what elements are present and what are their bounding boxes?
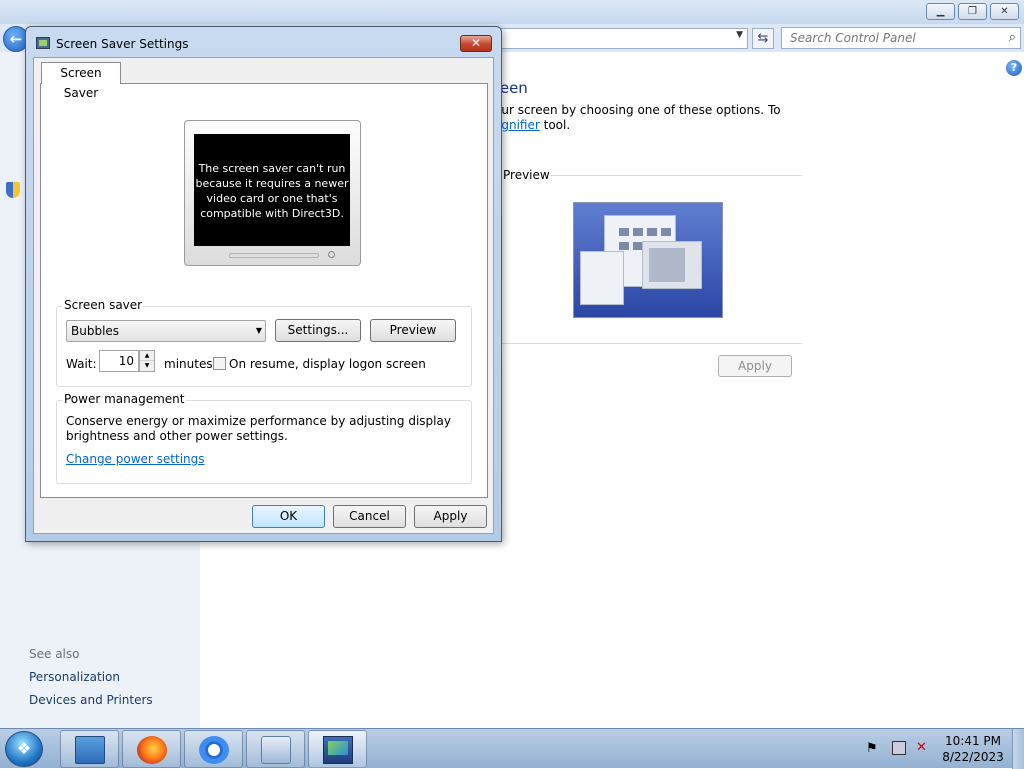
ok-button[interactable]: OK (252, 505, 325, 528)
selected-screen-saver: Bubbles (71, 324, 120, 338)
preview-tile (647, 228, 657, 236)
show-desktop-button[interactable] (1012, 729, 1024, 769)
taskbar: ❖ ⚑ ✕ 10:41 PM 8/22/2023 (0, 728, 1024, 769)
power-description-line2: brightness and other power settings. (66, 429, 288, 443)
chevron-down-icon: ▼ (255, 326, 262, 335)
help-icon[interactable]: ? (1006, 60, 1022, 76)
dialog-title: Screen Saver Settings (56, 37, 189, 51)
power-led-icon (328, 251, 335, 258)
action-center-flag-icon[interactable]: ⚑ (866, 741, 878, 756)
chevron-down-icon[interactable]: ▼ (736, 30, 743, 40)
wait-spinner[interactable]: ▲ ▼ (139, 350, 155, 372)
preview-button[interactable]: Preview (370, 319, 456, 342)
taskbar-chrome-button[interactable] (184, 730, 243, 768)
change-power-settings-link[interactable]: Change power settings (66, 452, 205, 466)
start-button[interactable]: ❖ (5, 731, 43, 767)
preview-tile (633, 228, 643, 236)
control-panel-icon (261, 736, 291, 764)
dialog-body: Screen Saver The screen saver can't run … (33, 57, 494, 534)
see-also-heading: See also (29, 647, 80, 661)
divider (500, 343, 802, 344)
page-description-line2: agnifier tool. (494, 118, 570, 132)
refresh-button[interactable]: ⇆ (752, 28, 774, 49)
wait-label: Wait: (66, 357, 97, 371)
close-window-button[interactable]: ✕ (990, 3, 1019, 20)
address-bar[interactable]: ▼ (498, 28, 748, 49)
power-management-group-label: Power management (62, 392, 187, 406)
divider (550, 175, 802, 176)
tab-panel: The screen saver can't run because it re… (40, 83, 488, 498)
logon-screen-label[interactable]: On resume, display logon screen (229, 357, 426, 371)
preview-tile (661, 228, 671, 236)
taskbar-screen-saver-button[interactable] (308, 730, 367, 768)
preview-section-label: Preview (503, 168, 550, 182)
logon-screen-checkbox[interactable] (213, 357, 226, 370)
page-description: our screen by choosing one of these opti… (494, 103, 781, 117)
power-description: Conserve energy or maximize performance … (66, 414, 451, 428)
apply-button[interactable]: Apply (414, 505, 487, 528)
windows-logo-icon: ❖ (16, 739, 32, 758)
taskbar-control-panel-button[interactable] (246, 730, 305, 768)
monitor-preview: The screen saver can't run because it re… (184, 120, 361, 266)
spin-down-icon[interactable]: ▼ (140, 361, 154, 371)
screen-saver-group-label: Screen saver (62, 298, 145, 312)
taskbar-firefox-button[interactable] (122, 730, 181, 768)
wait-minutes-input[interactable]: 10 (99, 350, 139, 372)
theme-preview-image (573, 202, 723, 318)
display-icon (36, 37, 50, 49)
search-input[interactable]: Search Control Panel ⌕ (781, 27, 1021, 49)
shield-icon (6, 182, 20, 198)
personalization-link[interactable]: Personalization (29, 670, 120, 684)
control-panel-titlebar: ▁ ❐ ✕ (0, 0, 1024, 24)
apply-button-disabled[interactable]: Apply (718, 355, 792, 377)
minutes-label: minutes (164, 357, 213, 371)
search-placeholder: Search Control Panel (790, 31, 916, 45)
chrome-icon (199, 736, 229, 764)
preview-tile (619, 228, 629, 236)
close-icon: ✕ (470, 36, 482, 50)
firefox-icon (137, 736, 167, 764)
back-arrow-icon: ← (9, 30, 23, 48)
preview-window-content (649, 248, 685, 282)
volume-muted-icon[interactable]: ✕ (916, 740, 927, 755)
monitor-slot (229, 253, 319, 258)
screen-saver-select[interactable]: Bubbles ▼ (66, 320, 266, 342)
cancel-button[interactable]: Cancel (333, 505, 406, 528)
taskbar-explorer-button[interactable] (60, 730, 119, 768)
refresh-icon: ⇆ (757, 31, 769, 46)
clock-time[interactable]: 10:41 PM (942, 734, 1004, 748)
clock-date[interactable]: 8/22/2023 (942, 750, 1004, 764)
description-suffix: tool. (539, 118, 571, 132)
preview-window-left (580, 251, 624, 305)
windows-explorer-icon (75, 736, 105, 764)
display-settings-icon (323, 736, 353, 764)
preview-window-front (642, 241, 702, 289)
close-button[interactable]: ✕ (460, 35, 492, 52)
maximize-button[interactable]: ❐ (958, 3, 987, 20)
search-icon[interactable]: ⌕ (1009, 30, 1016, 45)
devices-and-printers-link[interactable]: Devices and Printers (29, 693, 153, 707)
network-icon[interactable] (892, 741, 906, 755)
tab-screen-saver[interactable]: Screen Saver (41, 62, 121, 100)
spin-up-icon[interactable]: ▲ (140, 351, 154, 361)
settings-button[interactable]: Settings... (275, 319, 361, 342)
minimize-button[interactable]: ▁ (926, 3, 955, 20)
preview-tile (619, 242, 629, 250)
screen-saver-settings-dialog: Screen Saver Settings ✕ Screen Saver The… (25, 26, 502, 542)
monitor-message: The screen saver can't run because it re… (194, 134, 350, 246)
